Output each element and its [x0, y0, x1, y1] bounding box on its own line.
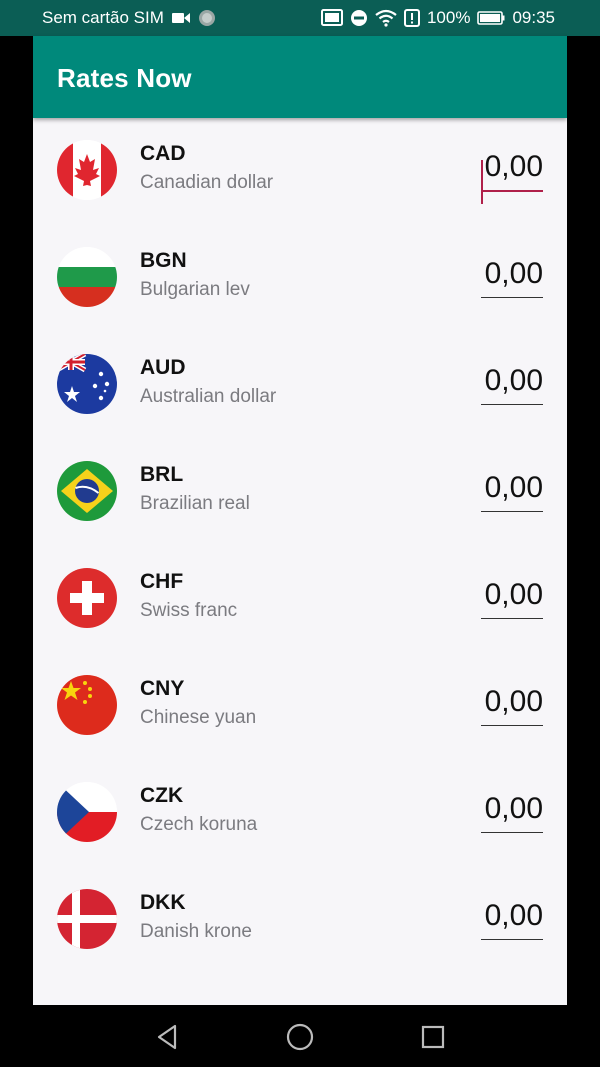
bulgaria-flag-icon [57, 247, 117, 307]
currency-code: CHF [140, 570, 184, 593]
currency-row[interactable]: DKK Danish krone [33, 867, 567, 974]
currency-name: Swiss franc [140, 600, 238, 621]
currency-code: CNY [140, 677, 185, 700]
app-bar: Rates Now [33, 36, 567, 118]
currency-code: CZK [140, 784, 184, 807]
currency-code: BRL [140, 463, 184, 486]
brazil-flag-icon [57, 461, 117, 521]
currency-code: DKK [140, 891, 186, 914]
right-frame [567, 36, 600, 1005]
amount-input[interactable] [481, 358, 543, 405]
amount-input[interactable] [481, 251, 543, 298]
currency-row[interactable]: BGN Bulgarian lev [33, 225, 567, 332]
amount-input[interactable] [481, 572, 543, 619]
app-title: Rates Now [57, 63, 192, 93]
cast-icon [320, 9, 343, 27]
currency-row[interactable]: BRL Brazilian real [33, 439, 567, 546]
czech-flag-icon [57, 782, 117, 842]
currency-name: Bulgarian lev [140, 279, 250, 300]
battery-percent: 100% [426, 8, 471, 27]
navigation-bar [0, 1005, 600, 1067]
amount-input[interactable] [481, 679, 543, 726]
currency-row[interactable]: CAD Canadian dollar [33, 118, 567, 225]
currency-row[interactable]: CHF Swiss franc [33, 546, 567, 653]
currency-name: Danish krone [140, 921, 252, 942]
currency-name: Canadian dollar [140, 172, 274, 193]
recents-icon[interactable] [416, 1020, 450, 1054]
do-not-disturb-icon [350, 9, 368, 27]
currency-name: Czech koruna [140, 814, 258, 835]
status-bar: Sem cartão SIM 100% 09:35 [0, 0, 600, 36]
currency-row[interactable]: CZK Czech koruna [33, 760, 567, 867]
wifi-icon [375, 9, 397, 27]
currency-name: Australian dollar [140, 386, 277, 407]
text-cursor [481, 160, 483, 204]
clock-time: 09:35 [512, 8, 555, 27]
amount-input[interactable] [481, 144, 543, 192]
currency-row[interactable]: AUD Australian dollar [33, 332, 567, 439]
amount-input[interactable] [481, 893, 543, 940]
switzerland-flag-icon [57, 568, 117, 628]
currency-code: BGN [140, 249, 187, 272]
left-frame [0, 36, 33, 1005]
video-camera-icon [171, 12, 190, 24]
currency-name: Brazilian real [140, 493, 250, 514]
australia-flag-icon [57, 354, 117, 414]
amount-input[interactable] [481, 786, 543, 833]
home-icon[interactable] [283, 1020, 317, 1054]
currency-name: Chinese yuan [140, 707, 257, 728]
back-icon[interactable] [150, 1020, 184, 1054]
amount-input[interactable] [481, 465, 543, 512]
china-flag-icon [57, 675, 117, 735]
currency-list[interactable]: CAD Canadian dollar BGN Bulgarian lev AU… [33, 118, 567, 1005]
notification-dot-icon [198, 9, 216, 27]
canada-flag-icon [57, 140, 117, 200]
currency-code: AUD [140, 356, 186, 379]
currency-row[interactable]: CNY Chinese yuan [33, 653, 567, 760]
currency-code: CAD [140, 142, 186, 165]
alert-icon [403, 9, 420, 27]
denmark-flag-icon [57, 889, 117, 949]
battery-icon [477, 11, 505, 25]
carrier-text: Sem cartão SIM [42, 8, 164, 27]
